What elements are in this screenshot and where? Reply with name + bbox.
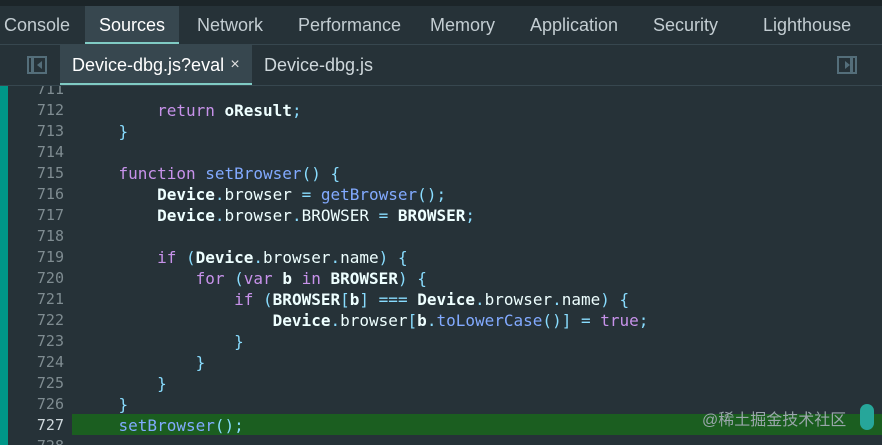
line-number[interactable]: 717 [8, 205, 68, 226]
line-number[interactable]: 724 [8, 352, 68, 373]
line-number[interactable]: 715 [8, 163, 68, 184]
code-line: setBrowser(); [118, 416, 244, 435]
code-line: if (Device.browser.name) { [157, 248, 408, 267]
line-number[interactable]: 725 [8, 373, 68, 394]
tab-performance[interactable]: Performance [298, 6, 401, 44]
code-line: } [118, 122, 129, 141]
line-number[interactable]: 716 [8, 184, 68, 205]
tab-application[interactable]: Application [530, 6, 618, 44]
editor-left-strip [0, 86, 8, 445]
tab-console[interactable]: Console [4, 6, 70, 44]
line-number[interactable]: 711 [8, 86, 68, 100]
line-number[interactable]: 728 [8, 436, 68, 445]
line-number[interactable]: 718 [8, 226, 68, 247]
code-line: } [157, 374, 167, 393]
line-number[interactable]: 722 [8, 310, 68, 331]
line-number[interactable]: 714 [8, 142, 68, 163]
devtools-tab-bar: Console Sources Network Performance Memo… [0, 0, 882, 44]
line-number[interactable]: 720 [8, 268, 68, 289]
code-line: } [195, 353, 206, 372]
code-line: if (BROWSER[b] === Device.browser.name) … [234, 290, 630, 309]
line-number[interactable]: 721 [8, 289, 68, 310]
debugger-panel-toggle-icon[interactable] [837, 56, 857, 74]
line-number[interactable]: 726 [8, 394, 68, 415]
file-tab-device-dbg-eval[interactable]: Device-dbg.js?eval × [60, 45, 252, 85]
sidebar-toggle-icon[interactable] [27, 56, 47, 74]
file-tab-device-dbg[interactable]: Device-dbg.js [264, 45, 373, 85]
code-line: for (var b in BROWSER) { [195, 269, 427, 288]
code-line: function setBrowser() { [118, 164, 341, 183]
tab-memory[interactable]: Memory [430, 6, 495, 44]
line-number[interactable]: 723 [8, 331, 68, 352]
line-number[interactable]: 713 [8, 121, 68, 142]
close-icon[interactable]: × [226, 56, 244, 74]
code-line: Device.browser = getBrowser(); [157, 185, 447, 204]
code-editor[interactable]: 711 712 713 714 715 716 717 718 719 720 … [0, 86, 882, 445]
code-line: Device.browser[b.toLowerCase()] = true; [272, 311, 649, 330]
tab-network[interactable]: Network [197, 6, 263, 44]
file-tab-bar: Device-dbg.js?eval × Device-dbg.js [0, 44, 882, 86]
tab-security[interactable]: Security [653, 6, 718, 44]
vertical-scrollbar-thumb[interactable] [860, 404, 874, 430]
line-number[interactable]: 712 [8, 100, 68, 121]
watermark-text: @稀土掘金技术社区 [702, 412, 847, 429]
code-line: } [234, 332, 244, 351]
code-line: } [118, 395, 129, 414]
tab-lighthouse[interactable]: Lighthouse [763, 6, 851, 44]
line-number[interactable]: 727 [8, 415, 68, 436]
line-number[interactable]: 719 [8, 247, 68, 268]
code-line: return oResult; [157, 101, 302, 120]
code-line: Device.browser.BROWSER = BROWSER; [157, 206, 475, 225]
file-tab-label: Device-dbg.js?eval [72, 55, 225, 75]
tab-sources[interactable]: Sources [85, 6, 179, 44]
